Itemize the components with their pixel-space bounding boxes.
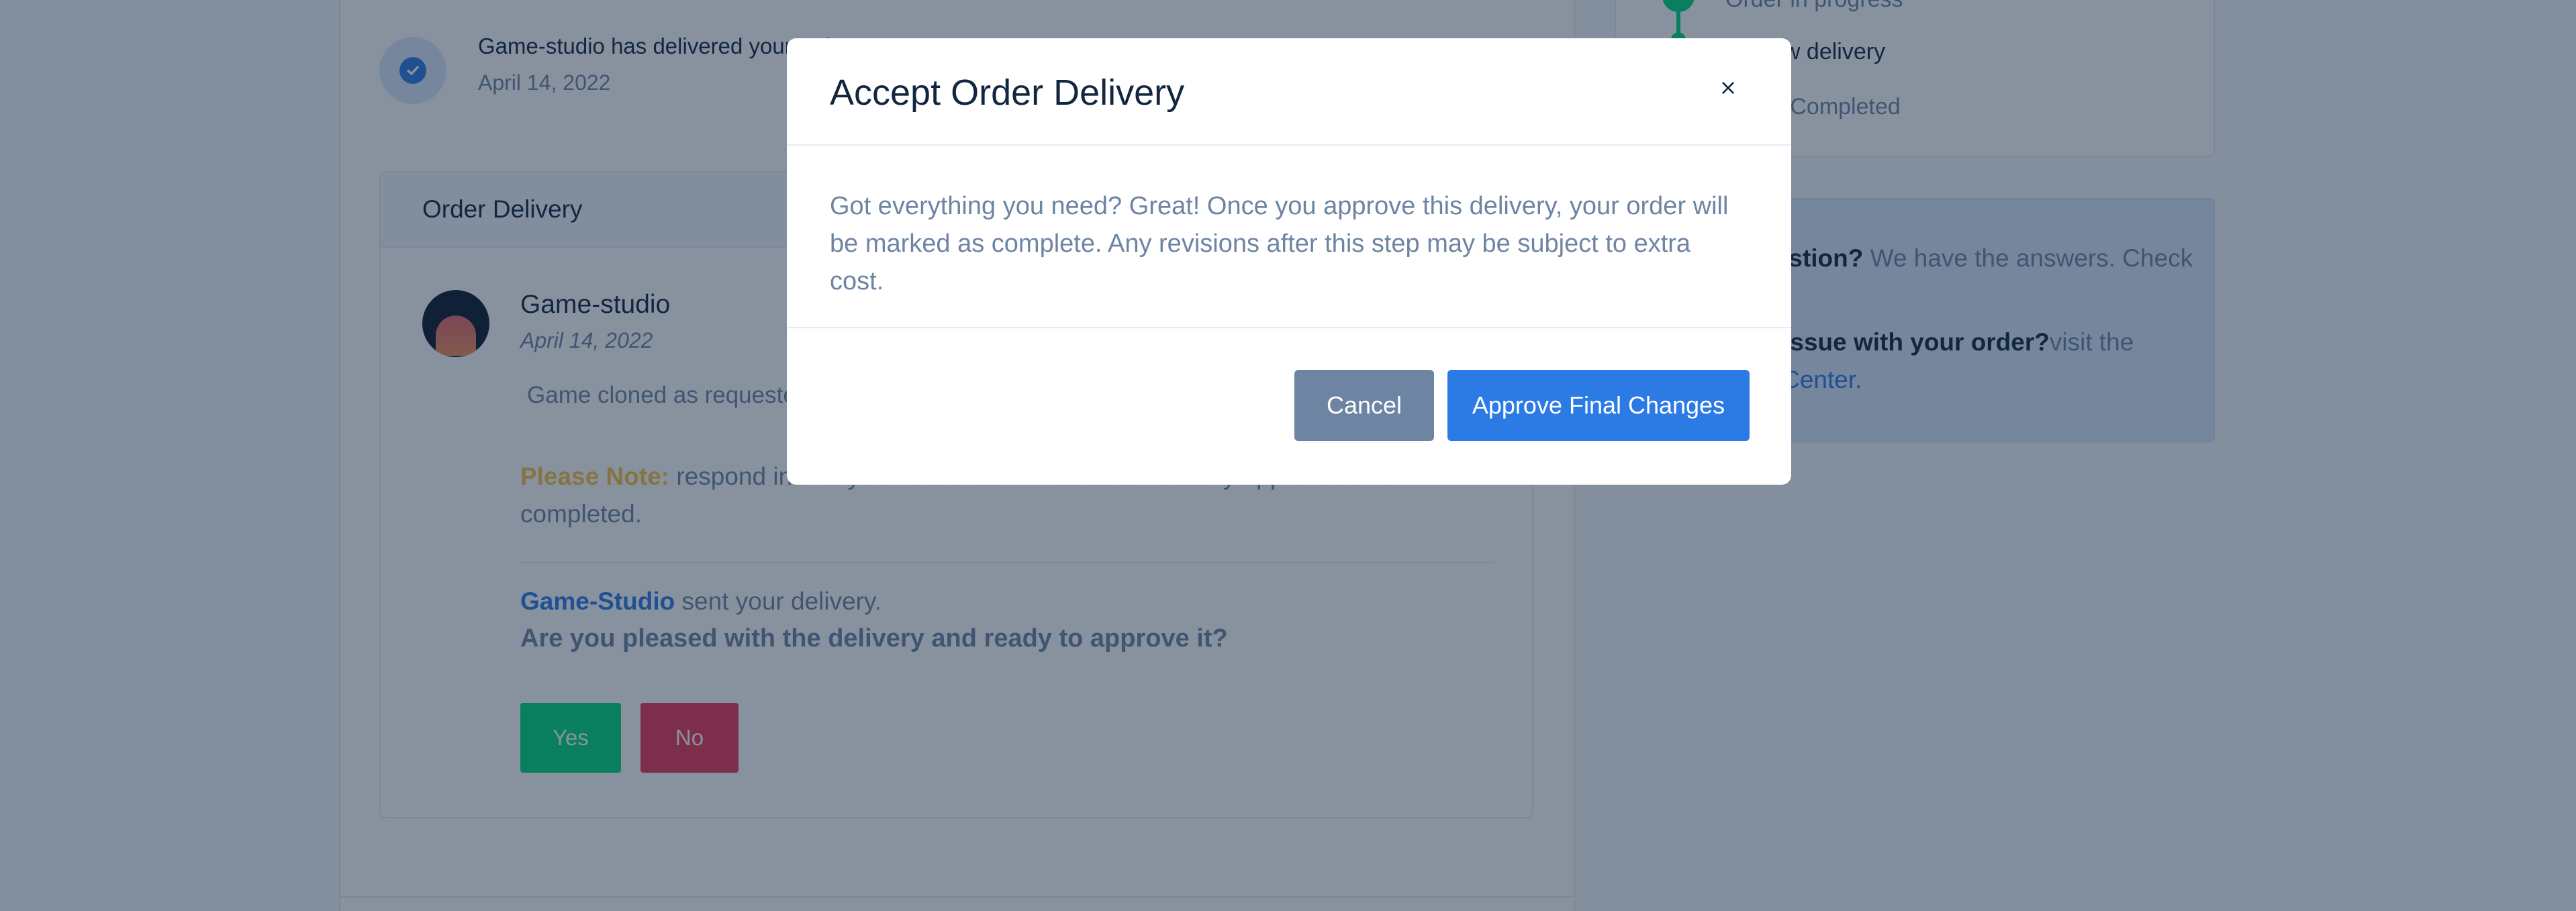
accept-delivery-modal: Accept Order Delivery × Got everything y… — [787, 38, 1791, 485]
modal-title: Accept Order Delivery — [830, 73, 1185, 113]
modal-body: Got everything you need? Great! Once you… — [787, 146, 1791, 328]
cancel-button[interactable]: Cancel — [1294, 370, 1434, 441]
modal-footer: Cancel Approve Final Changes — [787, 328, 1791, 485]
close-icon[interactable]: × — [1709, 68, 1747, 106]
modal-header: Accept Order Delivery × — [787, 38, 1791, 146]
approve-final-changes-button[interactable]: Approve Final Changes — [1447, 370, 1750, 441]
